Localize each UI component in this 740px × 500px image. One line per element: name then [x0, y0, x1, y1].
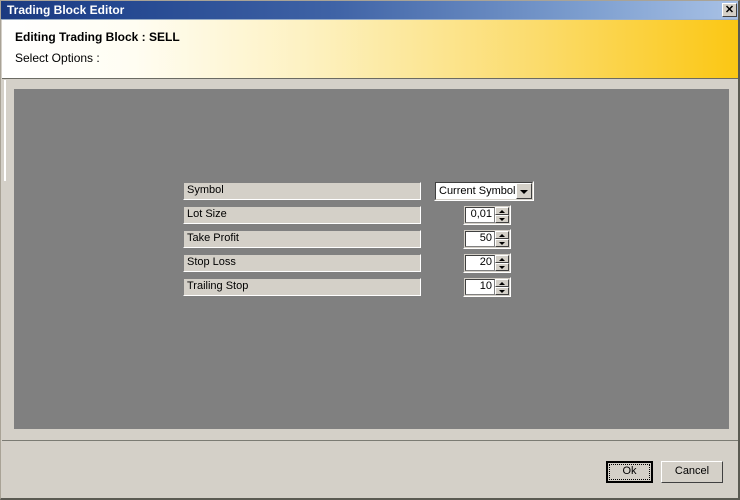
lot-size-stepper[interactable]: 0,01	[463, 205, 511, 225]
ok-button-label: Ok	[622, 465, 637, 477]
cancel-button-label: Cancel	[674, 465, 710, 477]
chevron-down-icon	[520, 190, 528, 194]
take-profit-decrement-button[interactable]	[495, 239, 509, 247]
trailing-stop-decrement-button[interactable]	[495, 287, 509, 295]
stepper-buttons	[495, 207, 509, 223]
spinner-up-icon	[499, 258, 505, 261]
dialog-window: Trading Block Editor ✕ Editing Trading B…	[0, 0, 740, 500]
take-profit-input[interactable]: 50	[465, 231, 495, 247]
header-subheading: Select Options :	[15, 51, 100, 65]
spinner-up-icon	[499, 210, 505, 213]
lot-size-increment-button[interactable]	[495, 207, 509, 215]
cancel-button[interactable]: Cancel	[661, 461, 723, 483]
close-button[interactable]: ✕	[722, 3, 737, 17]
header-banner: Editing Trading Block : SELL Select Opti…	[2, 20, 738, 79]
label-text: Symbol	[187, 184, 224, 196]
window-title: Trading Block Editor	[7, 3, 125, 17]
left-edge-strip	[4, 80, 6, 181]
combobox-dropdown-button[interactable]	[516, 183, 532, 199]
trailing-stop-stepper[interactable]: 10	[463, 277, 511, 297]
lot-size-input[interactable]: 0,01	[465, 207, 495, 223]
stepper-buttons	[495, 255, 509, 271]
content-area: Symbol Current Symbol Lot Size 0,01 Take…	[2, 80, 738, 440]
label-field-symbol: Symbol	[183, 182, 421, 200]
label-field-trailing-stop: Trailing Stop	[183, 278, 421, 296]
stop-loss-stepper[interactable]: 20	[463, 253, 511, 273]
stop-loss-decrement-button[interactable]	[495, 263, 509, 271]
label-text: Trailing Stop	[187, 280, 249, 292]
spinner-up-icon	[499, 282, 505, 285]
close-icon: ✕	[724, 4, 735, 16]
title-bar: Trading Block Editor ✕	[1, 1, 738, 20]
header-heading: Editing Trading Block : SELL	[15, 30, 180, 44]
lot-size-value: 0,01	[470, 208, 492, 220]
spinner-down-icon	[499, 266, 505, 269]
spinner-down-icon	[499, 290, 505, 293]
spinner-up-icon	[499, 234, 505, 237]
take-profit-stepper[interactable]: 50	[463, 229, 511, 249]
stop-loss-input[interactable]: 20	[465, 255, 495, 271]
take-profit-value: 50	[479, 232, 492, 244]
label-text: Stop Loss	[187, 256, 236, 268]
symbol-value: Current Symbol	[439, 185, 516, 197]
stop-loss-increment-button[interactable]	[495, 255, 509, 263]
label-field-lot-size: Lot Size	[183, 206, 421, 224]
label-text: Lot Size	[187, 208, 227, 220]
trailing-stop-input[interactable]: 10	[465, 279, 495, 295]
label-field-stop-loss: Stop Loss	[183, 254, 421, 272]
trailing-stop-value: 10	[479, 280, 492, 292]
stepper-buttons	[495, 279, 509, 295]
symbol-combobox[interactable]: Current Symbol	[434, 181, 534, 201]
label-text: Take Profit	[187, 232, 239, 244]
take-profit-increment-button[interactable]	[495, 231, 509, 239]
lot-size-decrement-button[interactable]	[495, 215, 509, 223]
stop-loss-value: 20	[479, 256, 492, 268]
trailing-stop-increment-button[interactable]	[495, 279, 509, 287]
spinner-down-icon	[499, 218, 505, 221]
label-field-take-profit: Take Profit	[183, 230, 421, 248]
ok-button[interactable]: Ok	[606, 461, 653, 483]
spinner-down-icon	[499, 242, 505, 245]
stepper-buttons	[495, 231, 509, 247]
footer-bar: Ok Cancel	[2, 441, 738, 498]
